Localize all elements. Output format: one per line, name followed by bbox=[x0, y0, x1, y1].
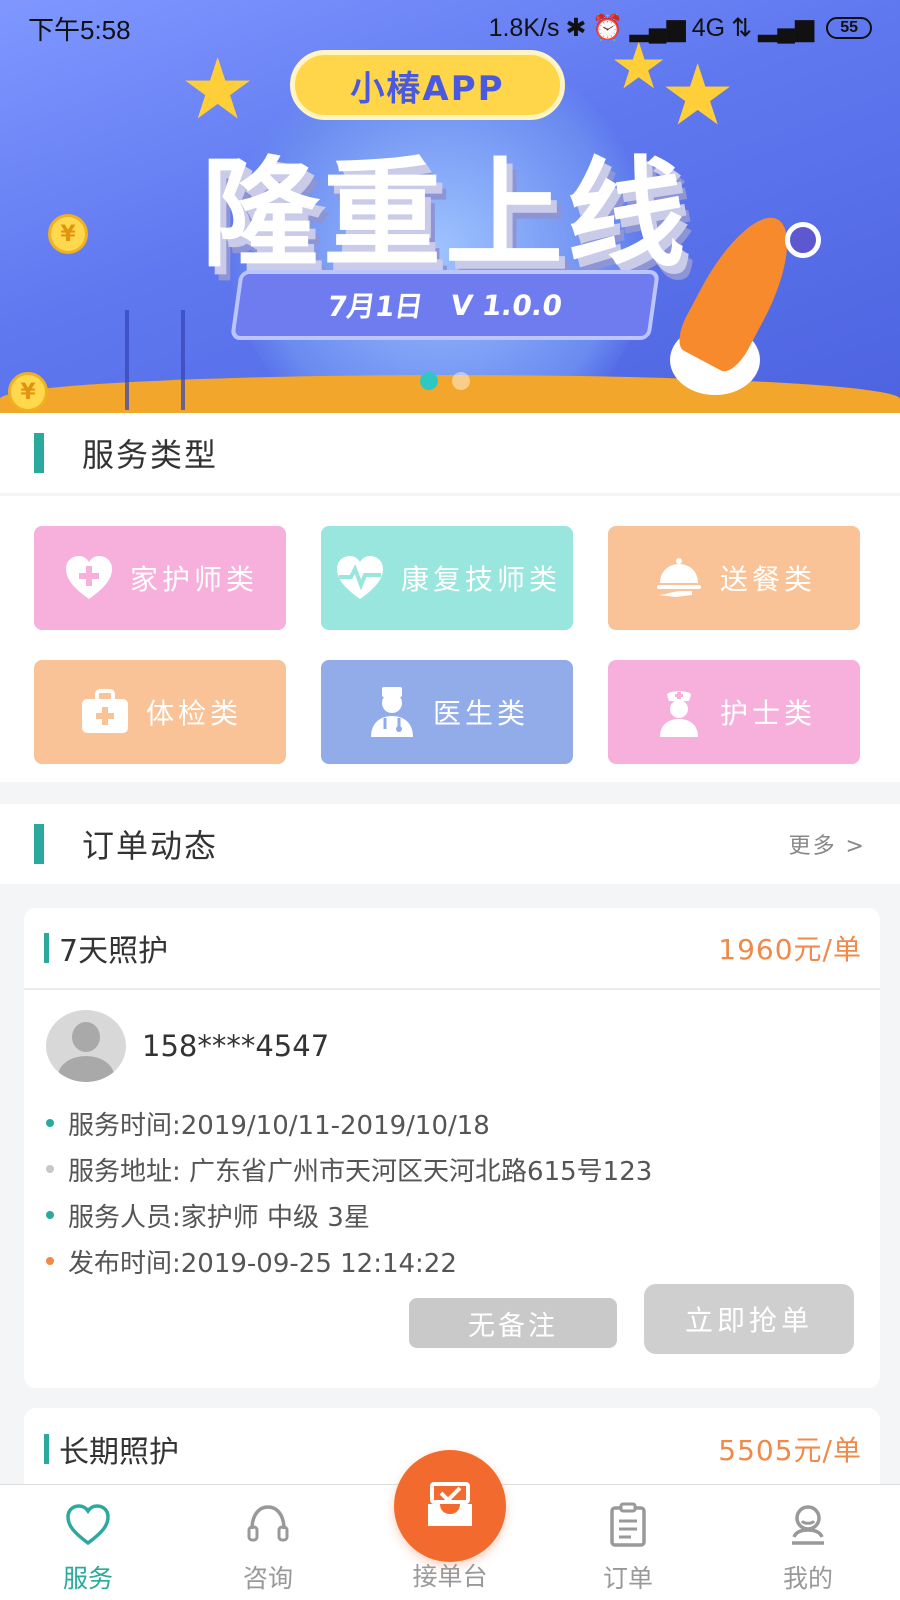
data-arrows-icon: ⇅ bbox=[731, 14, 753, 42]
tab-order-desk-label[interactable]: 接单台 bbox=[390, 1557, 510, 1593]
services-header: 服务类型 bbox=[0, 413, 900, 493]
promo-banner[interactable]: ★ ★ ★ ¥ ¥ 下午5:58 1.8K/s ✱ ⏰ ▂▄▆ 4G ⇅ ▂▄▆… bbox=[0, 0, 900, 413]
order-user-row: 158****4547 bbox=[24, 990, 880, 1082]
headset-icon bbox=[247, 1505, 289, 1542]
banner-date: 7月1日 bbox=[325, 290, 426, 323]
doctor-icon bbox=[365, 685, 419, 739]
nurse-icon bbox=[652, 685, 706, 739]
order-title: 长期照护 bbox=[59, 1435, 179, 1470]
bullet-dot bbox=[46, 1211, 54, 1219]
signal-icon: ▂▄▆ bbox=[758, 14, 815, 42]
order-card[interactable]: 7天照护 1960元/单 158****4547 服务时间:2019/10/11… bbox=[24, 908, 880, 1388]
heartbeat-icon bbox=[333, 551, 387, 605]
tab-orders[interactable]: 订单 bbox=[568, 1501, 688, 1595]
status-indicators: 1.8K/s ✱ ⏰ ▂▄▆ 4G ⇅ ▂▄▆ 55 bbox=[489, 13, 872, 43]
bluetooth-icon: ✱ bbox=[565, 14, 587, 42]
service-address: 服务地址: 广东省广州市天河区天河北路615号123 bbox=[68, 1156, 653, 1187]
carousel-dot[interactable] bbox=[452, 372, 470, 390]
service-label: 送餐类 bbox=[719, 563, 816, 596]
heart-plus-icon bbox=[62, 551, 116, 605]
orders-header: 订单动态 更多 > bbox=[0, 804, 900, 884]
order-details: 服务时间:2019/10/11-2019/10/18 服务地址: 广东省广州市天… bbox=[24, 1082, 880, 1284]
tab-label: 服务 bbox=[62, 1564, 113, 1593]
status-bar: 下午5:58 1.8K/s ✱ ⏰ ▂▄▆ 4G ⇅ ▂▄▆ 55 bbox=[0, 0, 900, 56]
coin-icon: ¥ bbox=[8, 372, 48, 412]
order-desk-fab[interactable] bbox=[394, 1450, 506, 1562]
bullet-dot bbox=[46, 1119, 54, 1127]
service-rehab-button[interactable]: 康复技师类 bbox=[321, 526, 573, 630]
service-label: 护士类 bbox=[719, 697, 816, 730]
service-staff-row: 服务人员:家护师 中级 3星 bbox=[46, 1192, 880, 1238]
network-speed: 1.8K/s bbox=[488, 13, 560, 42]
network-type: 4G bbox=[691, 13, 726, 42]
services-title: 服务类型 bbox=[82, 436, 219, 474]
customer-phone: 158****4547 bbox=[142, 1029, 330, 1063]
service-checkup-button[interactable]: 体检类 bbox=[34, 660, 286, 764]
battery-indicator: 55 bbox=[826, 17, 872, 39]
service-nurse-button[interactable]: 护士类 bbox=[608, 660, 860, 764]
order-price: 5505元/单 bbox=[718, 1434, 862, 1467]
order-card-header: 7天照护 1960元/单 bbox=[24, 908, 880, 990]
app-screen: ★ ★ ★ ¥ ¥ 下午5:58 1.8K/s ✱ ⏰ ▂▄▆ 4G ⇅ ▂▄▆… bbox=[0, 0, 900, 1600]
banner-version: V 1.0.0 bbox=[448, 288, 565, 322]
tab-label: 订单 bbox=[602, 1564, 653, 1593]
order-price: 1960元/单 bbox=[718, 933, 862, 966]
service-address-row: 服务地址: 广东省广州市天河区天河北路615号123 bbox=[46, 1146, 880, 1192]
no-note-button[interactable]: 无备注 bbox=[409, 1298, 617, 1348]
heart-icon bbox=[66, 1504, 110, 1546]
order-title: 7天照护 bbox=[59, 934, 169, 969]
banner-ribbon: 7月1日 V 1.0.0 bbox=[230, 270, 660, 340]
bullet-dot bbox=[46, 1165, 54, 1173]
tab-consult[interactable]: 咨询 bbox=[208, 1501, 328, 1595]
banner-headline: 隆重上线 bbox=[200, 145, 689, 283]
inbox-check-icon bbox=[428, 1482, 472, 1526]
service-time: 服务时间:2019/10/11-2019/10/18 bbox=[68, 1110, 490, 1141]
services-grid: 家护师类 康复技师类 送餐类 体检类 医生类 护士类 bbox=[0, 496, 900, 782]
publish-time: 发布时间:2019-09-25 12:14:22 bbox=[68, 1248, 457, 1279]
service-meal-button[interactable]: 送餐类 bbox=[608, 526, 860, 630]
card-accent-bar bbox=[44, 1434, 49, 1464]
order-actions: 无备注 立即抢单 bbox=[24, 1284, 880, 1384]
rocket-window bbox=[785, 222, 821, 258]
medical-kit-icon bbox=[78, 685, 132, 739]
power-tower-illustration bbox=[125, 310, 185, 410]
tab-service[interactable]: 服务 bbox=[28, 1501, 148, 1595]
carousel-dots bbox=[420, 372, 470, 390]
service-doctor-button[interactable]: 医生类 bbox=[321, 660, 573, 764]
tab-me[interactable]: 我的 bbox=[748, 1501, 868, 1595]
user-icon bbox=[792, 1505, 824, 1545]
service-label: 康复技师类 bbox=[400, 563, 561, 596]
service-staff: 服务人员:家护师 中级 3星 bbox=[68, 1202, 370, 1233]
meal-cloche-icon bbox=[652, 551, 706, 605]
alarm-icon: ⏰ bbox=[592, 13, 624, 42]
banner-app-name: 小椿APP bbox=[290, 50, 565, 120]
tab-label: 咨询 bbox=[242, 1564, 293, 1593]
service-home-nurse-button[interactable]: 家护师类 bbox=[34, 526, 286, 630]
service-label: 体检类 bbox=[145, 697, 242, 730]
card-accent-bar bbox=[44, 933, 49, 963]
avatar bbox=[46, 1010, 126, 1082]
bullet-dot bbox=[46, 1257, 54, 1265]
orders-title: 订单动态 bbox=[82, 827, 219, 865]
coin-icon: ¥ bbox=[48, 214, 88, 254]
carousel-dot[interactable] bbox=[420, 372, 438, 390]
clipboard-icon bbox=[610, 1502, 646, 1547]
section-accent-bar bbox=[34, 824, 44, 864]
section-accent-bar bbox=[34, 433, 44, 473]
publish-time-row: 发布时间:2019-09-25 12:14:22 bbox=[46, 1238, 880, 1284]
status-time: 下午5:58 bbox=[28, 14, 131, 45]
signal-icon: ▂▄▆ bbox=[629, 14, 686, 42]
service-time-row: 服务时间:2019/10/11-2019/10/18 bbox=[46, 1100, 880, 1146]
tab-label: 我的 bbox=[782, 1564, 833, 1593]
orders-more-link[interactable]: 更多 > bbox=[789, 828, 866, 860]
grab-order-button[interactable]: 立即抢单 bbox=[644, 1284, 854, 1354]
service-label: 家护师类 bbox=[129, 563, 258, 596]
service-label: 医生类 bbox=[432, 697, 529, 730]
